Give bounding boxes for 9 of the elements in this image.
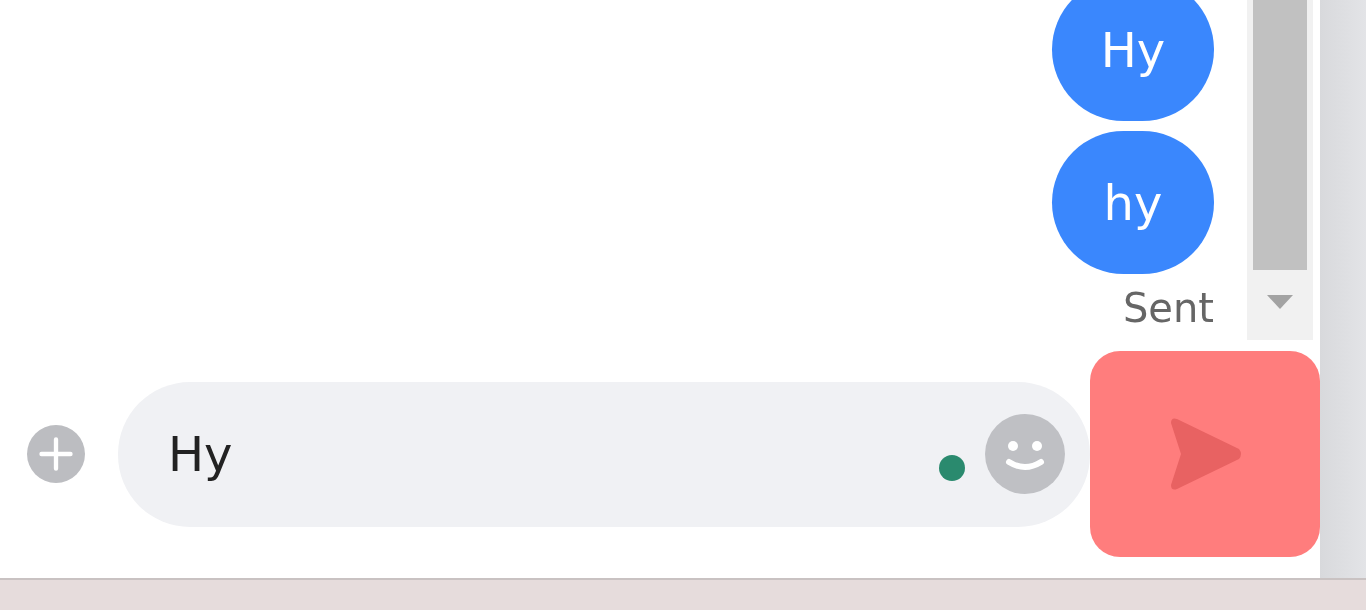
message-input[interactable]: Hy	[166, 425, 939, 483]
message-bubble: hy	[1052, 131, 1214, 274]
send-button[interactable]	[1090, 351, 1320, 557]
delivery-status: Sent	[1122, 284, 1214, 332]
message-field[interactable]: Hy	[118, 381, 1090, 527]
emoji-icon[interactable]	[985, 414, 1065, 494]
scroll-down-icon[interactable]	[1267, 295, 1293, 309]
scrollbar[interactable]	[1247, 0, 1313, 340]
message-bubble: Hy	[1052, 0, 1214, 121]
